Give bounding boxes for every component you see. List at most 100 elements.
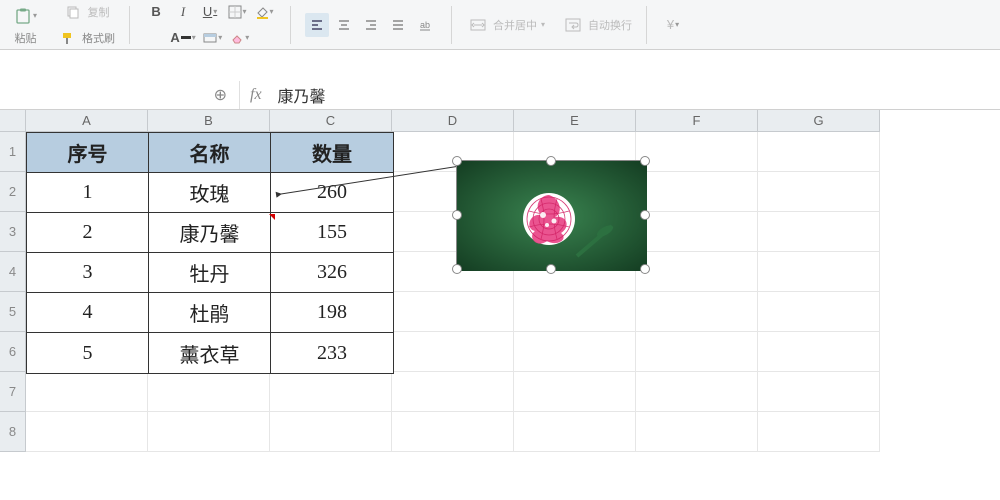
- cell[interactable]: [26, 372, 148, 412]
- column-header[interactable]: C: [270, 110, 392, 132]
- row-header[interactable]: 5: [0, 292, 26, 332]
- table-cell[interactable]: 4: [27, 293, 149, 333]
- cell[interactable]: [636, 412, 758, 452]
- cell[interactable]: [636, 172, 758, 212]
- cell[interactable]: [636, 252, 758, 292]
- row-header[interactable]: 1: [0, 132, 26, 172]
- cell[interactable]: [514, 292, 636, 332]
- merge-center-button[interactable]: [466, 13, 490, 37]
- cell[interactable]: [270, 372, 392, 412]
- fill-color-button[interactable]: ▾: [252, 0, 276, 24]
- column-header[interactable]: G: [758, 110, 880, 132]
- row-header[interactable]: 7: [0, 372, 26, 412]
- row-header[interactable]: 8: [0, 412, 26, 452]
- table-header-cell[interactable]: 序号: [27, 133, 149, 173]
- table-cell[interactable]: 3: [27, 253, 149, 293]
- resize-handle[interactable]: [546, 156, 556, 166]
- svg-text:ab: ab: [420, 20, 430, 30]
- cell[interactable]: [392, 372, 514, 412]
- table-cell[interactable]: 155: [271, 213, 393, 253]
- cell[interactable]: [514, 412, 636, 452]
- wrap-text-button[interactable]: [561, 13, 585, 37]
- column-header[interactable]: E: [514, 110, 636, 132]
- resize-handle[interactable]: [452, 156, 462, 166]
- table-header-cell[interactable]: 数量: [271, 133, 393, 173]
- column-header[interactable]: D: [392, 110, 514, 132]
- cell[interactable]: [148, 372, 270, 412]
- format-painter-button[interactable]: [55, 26, 79, 50]
- table-header-cell[interactable]: 名称: [149, 133, 271, 173]
- align-center-button[interactable]: [332, 13, 356, 37]
- align-right-button[interactable]: [359, 13, 383, 37]
- formula-bar: ⊕ fx: [0, 80, 1000, 110]
- resize-handle[interactable]: [452, 210, 462, 220]
- paste-button[interactable]: ▾: [12, 4, 39, 28]
- row-header[interactable]: 6: [0, 332, 26, 372]
- underline-button[interactable]: U▾: [198, 0, 222, 24]
- column-header[interactable]: A: [26, 110, 148, 132]
- cell[interactable]: [392, 412, 514, 452]
- resize-handle[interactable]: [546, 264, 556, 274]
- cell[interactable]: [270, 412, 392, 452]
- align-left-button[interactable]: [305, 13, 329, 37]
- table-cell[interactable]: 杜鹃: [149, 293, 271, 333]
- cell[interactable]: [758, 412, 880, 452]
- italic-button[interactable]: I: [171, 0, 195, 24]
- copy-button[interactable]: [61, 0, 85, 24]
- cell[interactable]: [758, 252, 880, 292]
- column-header[interactable]: F: [636, 110, 758, 132]
- column-header[interactable]: B: [148, 110, 270, 132]
- table-cell[interactable]: 260: [271, 173, 393, 213]
- formula-input[interactable]: [272, 86, 1000, 104]
- resize-handle[interactable]: [452, 264, 462, 274]
- cell[interactable]: [758, 212, 880, 252]
- fx-label[interactable]: fx: [250, 86, 262, 104]
- table-cell[interactable]: 牡丹: [149, 253, 271, 293]
- cell[interactable]: [392, 332, 514, 372]
- row-header[interactable]: 4: [0, 252, 26, 292]
- cell[interactable]: [26, 412, 148, 452]
- clear-button[interactable]: ▾: [228, 26, 252, 50]
- borders-button[interactable]: ▾: [225, 0, 249, 24]
- table-cell[interactable]: 1: [27, 173, 149, 213]
- wrap-text-label: 自动换行: [588, 17, 632, 33]
- cell[interactable]: [514, 372, 636, 412]
- cell[interactable]: [758, 372, 880, 412]
- row-header[interactable]: 2: [0, 172, 26, 212]
- cell[interactable]: [758, 172, 880, 212]
- currency-button[interactable]: ¥▾: [661, 13, 685, 37]
- cell[interactable]: [148, 412, 270, 452]
- floating-image[interactable]: [456, 160, 646, 270]
- cell[interactable]: [636, 132, 758, 172]
- resize-handle[interactable]: [640, 156, 650, 166]
- orientation-button[interactable]: ab: [413, 13, 437, 37]
- cell[interactable]: [758, 292, 880, 332]
- table-cell[interactable]: 233: [271, 333, 393, 373]
- select-all-corner[interactable]: [0, 110, 26, 132]
- table-cell[interactable]: 5: [27, 333, 149, 373]
- resize-handle[interactable]: [640, 210, 650, 220]
- cell[interactable]: [758, 332, 880, 372]
- cell[interactable]: [636, 372, 758, 412]
- name-box[interactable]: ⊕: [0, 81, 240, 109]
- cell[interactable]: [636, 212, 758, 252]
- table-cell[interactable]: 玫瑰: [149, 173, 271, 213]
- cell[interactable]: [514, 332, 636, 372]
- cell[interactable]: [636, 332, 758, 372]
- clipboard-group: ▾ 粘贴: [6, 2, 45, 48]
- cell-styles-button[interactable]: ▾: [201, 26, 225, 50]
- row-header[interactable]: 3: [0, 212, 26, 252]
- comment-indicator-icon[interactable]: [269, 214, 275, 220]
- cell[interactable]: [758, 132, 880, 172]
- table-cell[interactable]: 薰衣草: [149, 333, 271, 373]
- table-cell[interactable]: 2: [27, 213, 149, 253]
- bold-button[interactable]: B: [144, 0, 168, 24]
- align-justify-button[interactable]: [386, 13, 410, 37]
- table-cell[interactable]: 326: [271, 253, 393, 293]
- font-color-button[interactable]: A▾: [168, 26, 197, 50]
- table-cell[interactable]: 198: [271, 293, 393, 333]
- resize-handle[interactable]: [640, 264, 650, 274]
- cell[interactable]: [636, 292, 758, 332]
- table-cell[interactable]: 康乃馨: [149, 213, 271, 253]
- cell[interactable]: [392, 292, 514, 332]
